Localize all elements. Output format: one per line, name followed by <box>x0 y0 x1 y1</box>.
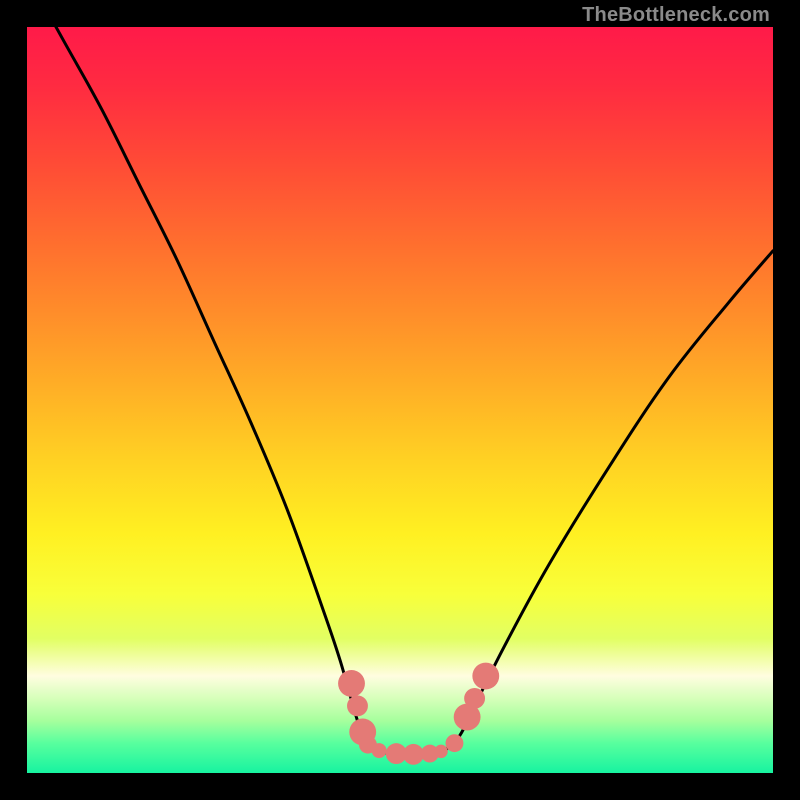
marker-point <box>464 688 485 709</box>
chart-frame: TheBottleneck.com <box>0 0 800 800</box>
chart-svg <box>27 27 773 773</box>
marker-point <box>347 695 368 716</box>
marker-point <box>434 745 447 758</box>
marker-point <box>338 670 365 697</box>
plot-area <box>27 27 773 773</box>
marker-point <box>372 743 387 758</box>
watermark-text: TheBottleneck.com <box>582 4 770 27</box>
curve-left-curve <box>27 27 378 751</box>
marker-point <box>403 744 424 765</box>
marker-point <box>472 663 499 690</box>
marker-point <box>446 734 464 752</box>
